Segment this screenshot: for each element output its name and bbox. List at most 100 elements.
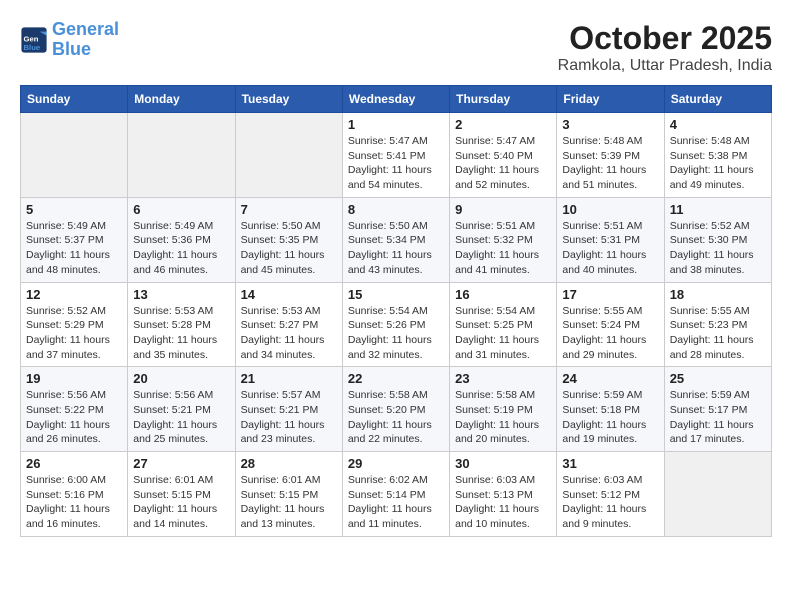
calendar-cell: 20 Sunrise: 5:56 AM Sunset: 5:21 PM Dayli… [128, 367, 235, 452]
day-info: Sunrise: 5:54 AM Sunset: 5:26 PM Dayligh… [348, 304, 444, 363]
day-number: 28 [241, 456, 337, 471]
day-info: Sunrise: 5:57 AM Sunset: 5:21 PM Dayligh… [241, 388, 337, 447]
calendar-table: SundayMondayTuesdayWednesdayThursdayFrid… [20, 85, 772, 537]
day-number: 19 [26, 371, 122, 386]
day-number: 16 [455, 287, 551, 302]
day-number: 6 [133, 202, 229, 217]
day-info: Sunrise: 5:51 AM Sunset: 5:32 PM Dayligh… [455, 219, 551, 278]
calendar-cell: 3 Sunrise: 5:48 AM Sunset: 5:39 PM Daylig… [557, 113, 664, 198]
day-info: Sunrise: 5:59 AM Sunset: 5:18 PM Dayligh… [562, 388, 658, 447]
day-info: Sunrise: 5:53 AM Sunset: 5:27 PM Dayligh… [241, 304, 337, 363]
calendar-cell: 2Sunrise: 5:47 AM Sunset: 5:40 PM Daylig… [450, 113, 557, 198]
day-number: 12 [26, 287, 122, 302]
weekday-header-monday: Monday [128, 86, 235, 113]
day-number: 24 [562, 371, 658, 386]
day-number: 20 [133, 371, 229, 386]
day-number: 29 [348, 456, 444, 471]
svg-text:Blue: Blue [24, 43, 41, 52]
day-number: 18 [670, 287, 766, 302]
day-number: 25 [670, 371, 766, 386]
calendar-cell: 11 Sunrise: 5:52 AM Sunset: 5:30 PM Dayli… [664, 197, 771, 282]
day-info: Sunrise: 5:59 AM Sunset: 5:17 PM Dayligh… [670, 388, 766, 447]
calendar-cell [21, 113, 128, 198]
day-number: 27 [133, 456, 229, 471]
day-info: Sunrise: 6:02 AM Sunset: 5:14 PM Dayligh… [348, 473, 444, 532]
day-info: Sunrise: 5:58 AM Sunset: 5:19 PM Dayligh… [455, 388, 551, 447]
day-info: Sunrise: 6:00 AM Sunset: 5:16 PM Dayligh… [26, 473, 122, 532]
day-info: Sunrise: 5:53 AM Sunset: 5:28 PM Dayligh… [133, 304, 229, 363]
page-header: Gen Blue GeneralBlue October 2025 Ramkol… [20, 20, 772, 75]
weekday-header-tuesday: Tuesday [235, 86, 342, 113]
day-number: 1 [348, 117, 444, 132]
calendar-week-row: 19 Sunrise: 5:56 AM Sunset: 5:22 PM Dayli… [21, 367, 772, 452]
calendar-cell: 25 Sunrise: 5:59 AM Sunset: 5:17 PM Dayli… [664, 367, 771, 452]
logo-text: GeneralBlue [52, 20, 119, 60]
calendar-week-row: 26 Sunrise: 6:00 AM Sunset: 5:16 PM Dayli… [21, 452, 772, 537]
day-number: 13 [133, 287, 229, 302]
weekday-header-wednesday: Wednesday [342, 86, 449, 113]
day-number: 9 [455, 202, 551, 217]
calendar-cell: 6 Sunrise: 5:49 AM Sunset: 5:36 PM Daylig… [128, 197, 235, 282]
calendar-cell: 22Sunrise: 5:58 AM Sunset: 5:20 PM Dayli… [342, 367, 449, 452]
day-info: Sunrise: 6:01 AM Sunset: 5:15 PM Dayligh… [133, 473, 229, 532]
day-number: 4 [670, 117, 766, 132]
weekday-header-friday: Friday [557, 86, 664, 113]
day-number: 17 [562, 287, 658, 302]
day-number: 23 [455, 371, 551, 386]
day-info: Sunrise: 5:50 AM Sunset: 5:35 PM Dayligh… [241, 219, 337, 278]
calendar-cell: 12 Sunrise: 5:52 AM Sunset: 5:29 PM Dayli… [21, 282, 128, 367]
calendar-cell: 1 Sunrise: 5:47 AM Sunset: 5:41 PM Daylig… [342, 113, 449, 198]
calendar-week-row: 5 Sunrise: 5:49 AM Sunset: 5:37 PM Daylig… [21, 197, 772, 282]
day-info: Sunrise: 5:56 AM Sunset: 5:22 PM Dayligh… [26, 388, 122, 447]
day-info: Sunrise: 5:55 AM Sunset: 5:23 PM Dayligh… [670, 304, 766, 363]
logo: Gen Blue GeneralBlue [20, 20, 119, 60]
day-info: Sunrise: 5:47 AM Sunset: 5:41 PM Dayligh… [348, 134, 444, 193]
calendar-cell: 31 Sunrise: 6:03 AM Sunset: 5:12 PM Dayli… [557, 452, 664, 537]
day-number: 8 [348, 202, 444, 217]
calendar-cell: 16 Sunrise: 5:54 AM Sunset: 5:25 PM Dayli… [450, 282, 557, 367]
calendar-cell: 29 Sunrise: 6:02 AM Sunset: 5:14 PM Dayli… [342, 452, 449, 537]
calendar-title: October 2025 [558, 20, 772, 57]
day-info: Sunrise: 5:51 AM Sunset: 5:31 PM Dayligh… [562, 219, 658, 278]
calendar-cell: 14Sunrise: 5:53 AM Sunset: 5:27 PM Dayli… [235, 282, 342, 367]
day-number: 2 [455, 117, 551, 132]
calendar-subtitle: Ramkola, Uttar Pradesh, India [558, 57, 772, 75]
day-number: 30 [455, 456, 551, 471]
day-info: Sunrise: 6:03 AM Sunset: 5:13 PM Dayligh… [455, 473, 551, 532]
calendar-cell: 17Sunrise: 5:55 AM Sunset: 5:24 PM Dayli… [557, 282, 664, 367]
calendar-header-row: SundayMondayTuesdayWednesdayThursdayFrid… [21, 86, 772, 113]
weekday-header-sunday: Sunday [21, 86, 128, 113]
day-info: Sunrise: 5:56 AM Sunset: 5:21 PM Dayligh… [133, 388, 229, 447]
day-number: 11 [670, 202, 766, 217]
calendar-cell: 10Sunrise: 5:51 AM Sunset: 5:31 PM Dayli… [557, 197, 664, 282]
day-number: 22 [348, 371, 444, 386]
day-number: 21 [241, 371, 337, 386]
weekday-header-thursday: Thursday [450, 86, 557, 113]
day-info: Sunrise: 6:01 AM Sunset: 5:15 PM Dayligh… [241, 473, 337, 532]
logo-icon: Gen Blue [20, 26, 48, 54]
day-info: Sunrise: 5:52 AM Sunset: 5:29 PM Dayligh… [26, 304, 122, 363]
calendar-cell [128, 113, 235, 198]
calendar-cell: 7Sunrise: 5:50 AM Sunset: 5:35 PM Daylig… [235, 197, 342, 282]
calendar-cell: 18 Sunrise: 5:55 AM Sunset: 5:23 PM Dayli… [664, 282, 771, 367]
day-info: Sunrise: 5:50 AM Sunset: 5:34 PM Dayligh… [348, 219, 444, 278]
calendar-cell: 21 Sunrise: 5:57 AM Sunset: 5:21 PM Dayli… [235, 367, 342, 452]
day-info: Sunrise: 5:48 AM Sunset: 5:39 PM Dayligh… [562, 134, 658, 193]
calendar-cell: 13 Sunrise: 5:53 AM Sunset: 5:28 PM Dayli… [128, 282, 235, 367]
day-number: 3 [562, 117, 658, 132]
day-info: Sunrise: 5:48 AM Sunset: 5:38 PM Dayligh… [670, 134, 766, 193]
day-info: Sunrise: 5:52 AM Sunset: 5:30 PM Dayligh… [670, 219, 766, 278]
day-number: 15 [348, 287, 444, 302]
calendar-cell: 8 Sunrise: 5:50 AM Sunset: 5:34 PM Daylig… [342, 197, 449, 282]
calendar-cell: 26 Sunrise: 6:00 AM Sunset: 5:16 PM Dayli… [21, 452, 128, 537]
calendar-cell: 15 Sunrise: 5:54 AM Sunset: 5:26 PM Dayli… [342, 282, 449, 367]
day-number: 31 [562, 456, 658, 471]
day-info: Sunrise: 5:49 AM Sunset: 5:37 PM Dayligh… [26, 219, 122, 278]
day-number: 5 [26, 202, 122, 217]
day-info: Sunrise: 6:03 AM Sunset: 5:12 PM Dayligh… [562, 473, 658, 532]
day-number: 26 [26, 456, 122, 471]
calendar-cell: 27 Sunrise: 6:01 AM Sunset: 5:15 PM Dayli… [128, 452, 235, 537]
svg-text:Gen: Gen [24, 34, 39, 43]
day-info: Sunrise: 5:54 AM Sunset: 5:25 PM Dayligh… [455, 304, 551, 363]
day-info: Sunrise: 5:49 AM Sunset: 5:36 PM Dayligh… [133, 219, 229, 278]
